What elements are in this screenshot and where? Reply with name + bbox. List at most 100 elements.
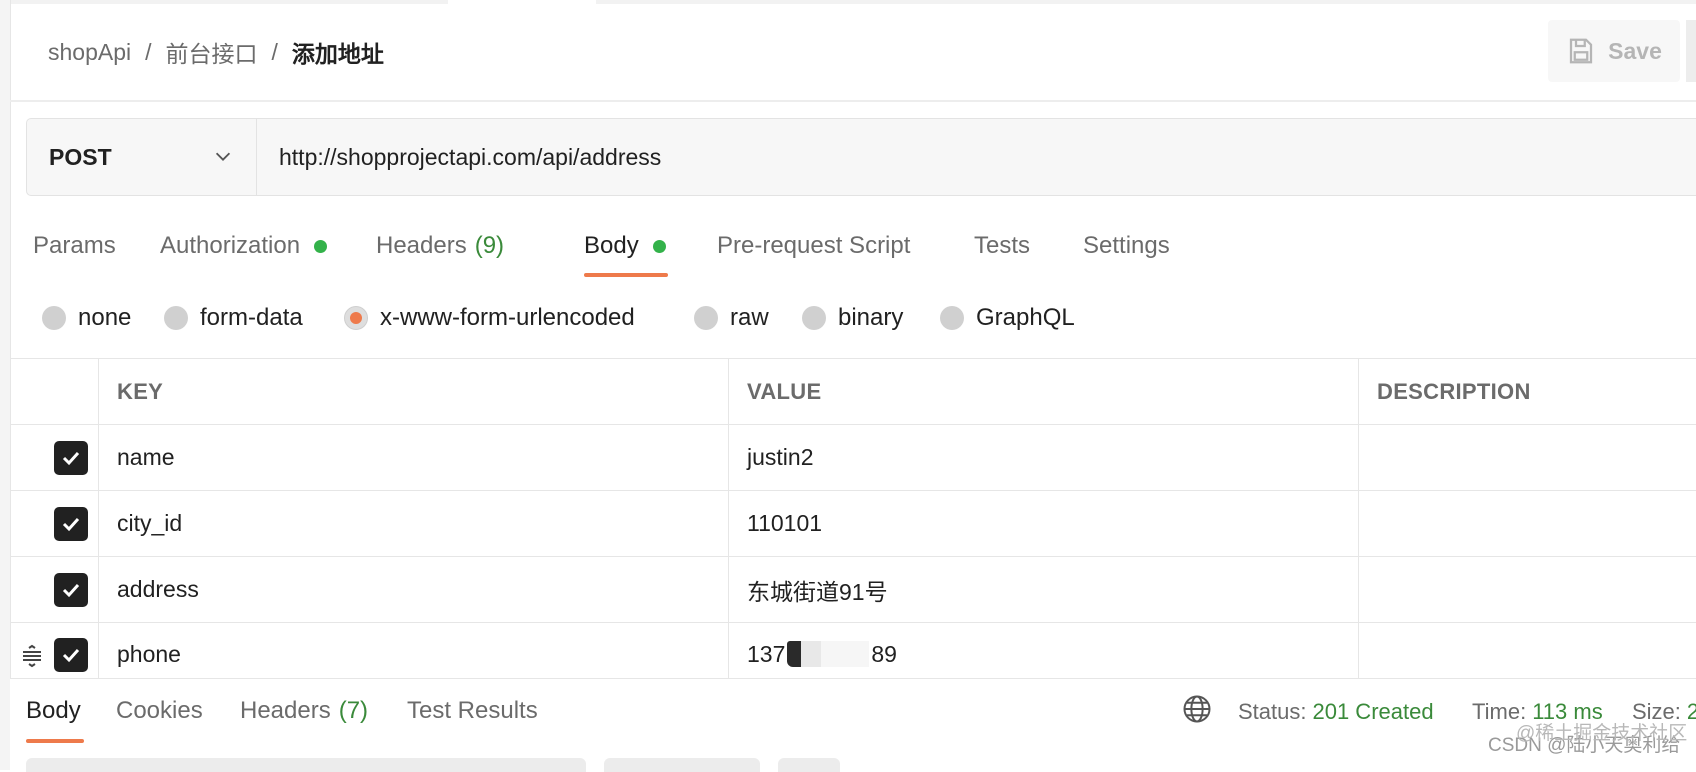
- body-type-graphql[interactable]: GraphQL: [940, 302, 1075, 334]
- tab-settings[interactable]: Settings: [1083, 228, 1170, 264]
- method-select[interactable]: POST: [26, 118, 256, 196]
- tab-label: Body: [26, 697, 81, 724]
- body-type-none[interactable]: none: [42, 302, 131, 334]
- tab-count: (9): [474, 232, 505, 259]
- description-field[interactable]: [1359, 557, 1696, 622]
- response-tab-test-results[interactable]: Test Results: [407, 694, 538, 728]
- body-type-label: x-www-form-urlencoded: [380, 304, 635, 331]
- save-button[interactable]: Save: [1548, 20, 1680, 82]
- value-field[interactable]: 东城街道91号: [729, 557, 1359, 622]
- row-checkbox[interactable]: [54, 638, 88, 672]
- body-type-raw[interactable]: raw: [694, 302, 769, 334]
- method-value: POST: [49, 143, 112, 170]
- active-tab-indicator: [26, 739, 84, 743]
- radio-button[interactable]: [164, 306, 188, 330]
- value-prefix: 137: [747, 641, 786, 667]
- radio-button[interactable]: [940, 306, 964, 330]
- value-suffix: 89: [871, 641, 897, 667]
- tab-label: Headers: [240, 697, 331, 724]
- body-type-label: raw: [730, 304, 769, 331]
- body-type-urlencoded[interactable]: x-www-form-urlencoded: [344, 302, 635, 334]
- radio-button[interactable]: [42, 306, 66, 330]
- status-dot: [652, 239, 666, 253]
- tab-headers[interactable]: Headers (9): [376, 228, 504, 264]
- breadcrumb-folder[interactable]: 前台接口: [166, 35, 258, 69]
- redaction-mark: [787, 641, 870, 667]
- tab-body[interactable]: Body: [584, 228, 666, 264]
- description-field[interactable]: [1359, 623, 1696, 679]
- tab-label: Tests: [974, 232, 1031, 259]
- tab-label: Headers: [376, 232, 467, 259]
- breadcrumb-separator: /: [271, 38, 278, 65]
- url-input[interactable]: http://shopprojectapi.com/api/address: [256, 118, 1696, 196]
- table-row: phone 137 89: [10, 623, 1696, 679]
- tab-params[interactable]: Params: [33, 228, 116, 264]
- column-header-description: DESCRIPTION: [1377, 378, 1531, 404]
- description-field[interactable]: [1359, 491, 1696, 556]
- chevron-down-icon: [215, 152, 231, 161]
- tab-label: Test Results: [407, 697, 538, 724]
- key-field[interactable]: name: [99, 425, 729, 490]
- row-check-cell: [10, 623, 99, 679]
- body-type-label: GraphQL: [976, 304, 1075, 331]
- body-type-label: binary: [838, 304, 904, 331]
- status-value[interactable]: 201 Created: [1312, 699, 1433, 725]
- breadcrumb: shopApi / 前台接口 / 添加地址: [48, 34, 384, 70]
- tab-label: Cookies: [116, 697, 203, 724]
- check-icon: [62, 648, 80, 663]
- params-table: KEY VALUE DESCRIPTION name justin2 city_…: [10, 358, 1696, 679]
- radio-button-selected[interactable]: [344, 306, 368, 330]
- value-field[interactable]: 137 89: [729, 623, 1359, 679]
- row-checkbox[interactable]: [54, 506, 88, 541]
- tab-label: Body: [584, 232, 639, 259]
- tab-authorization[interactable]: Authorization: [160, 228, 328, 264]
- divider: [10, 100, 1696, 102]
- tab-label: Authorization: [160, 232, 301, 259]
- body-type-binary[interactable]: binary: [802, 302, 903, 334]
- row-check-cell: [10, 557, 99, 622]
- column-header-value: VALUE: [729, 359, 1359, 424]
- tab-count: (7): [338, 697, 369, 724]
- table-row: city_id 110101: [10, 491, 1696, 557]
- check-icon: [62, 583, 80, 597]
- radio-button[interactable]: [802, 306, 826, 330]
- save-dropdown-edge[interactable]: [1686, 20, 1696, 82]
- table-row: name justin2: [10, 425, 1696, 491]
- key-field[interactable]: city_id: [99, 491, 729, 556]
- radio-button[interactable]: [694, 306, 718, 330]
- response-tab-body[interactable]: Body: [26, 694, 81, 728]
- url-value: http://shopprojectapi.com/api/address: [279, 143, 662, 170]
- active-request-tab[interactable]: [448, 0, 596, 4]
- row-checkbox[interactable]: [54, 440, 88, 475]
- key-field[interactable]: phone: [99, 623, 729, 679]
- active-tab-indicator: [584, 273, 668, 277]
- watermark: @稀土掘金技术社区 CSDN @陆小天奥利给: [1488, 723, 1687, 757]
- breadcrumb-request-name[interactable]: 添加地址: [292, 35, 384, 69]
- breadcrumb-collection[interactable]: shopApi: [48, 39, 131, 66]
- tab-tests[interactable]: Tests: [974, 228, 1030, 264]
- status-dot: [314, 239, 328, 253]
- row-checkbox[interactable]: [54, 572, 88, 607]
- header-check-cell: [10, 359, 99, 424]
- watermark-line-1: @稀土掘金技术社区: [1516, 723, 1688, 744]
- value-field[interactable]: justin2: [729, 425, 1359, 490]
- top-tab-strip: [0, 0, 1696, 4]
- description-field[interactable]: [1359, 425, 1696, 490]
- row-check-cell: [10, 491, 99, 556]
- size-value[interactable]: 2: [1687, 699, 1696, 725]
- globe-icon[interactable]: [1182, 694, 1212, 724]
- body-type-form-data[interactable]: form-data: [164, 302, 303, 334]
- tab-pre-request-script[interactable]: Pre-request Script: [717, 228, 910, 264]
- key-field[interactable]: address: [99, 557, 729, 622]
- value-field[interactable]: 110101: [729, 491, 1359, 556]
- check-icon: [62, 451, 80, 465]
- row-check-cell: [10, 425, 99, 490]
- body-type-label: form-data: [200, 304, 303, 331]
- table-row: address 东城街道91号: [10, 557, 1696, 623]
- save-icon: [1570, 38, 1593, 64]
- tab-label: Settings: [1083, 232, 1170, 259]
- response-tab-cookies[interactable]: Cookies: [116, 694, 203, 728]
- save-label: Save: [1608, 37, 1662, 64]
- response-tab-headers[interactable]: Headers (7): [240, 694, 368, 728]
- check-icon: [62, 517, 80, 531]
